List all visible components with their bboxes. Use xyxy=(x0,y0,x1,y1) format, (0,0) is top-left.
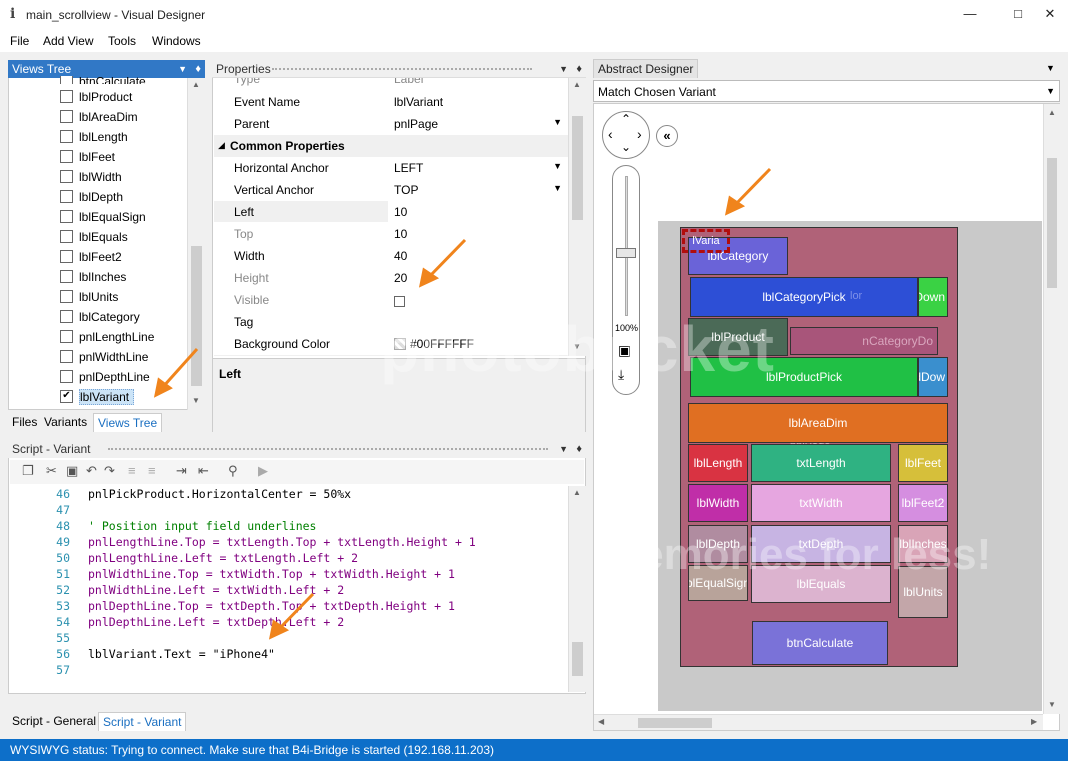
arrow-to-height xyxy=(426,238,467,280)
status-bar: WYSIWYG status: Trying to connect. Make … xyxy=(0,739,1068,761)
arrow-to-lblVariant xyxy=(160,347,199,390)
arrow-to-designer xyxy=(732,167,772,208)
arrow-to-code xyxy=(276,592,315,632)
annotation-arrows xyxy=(153,167,772,640)
